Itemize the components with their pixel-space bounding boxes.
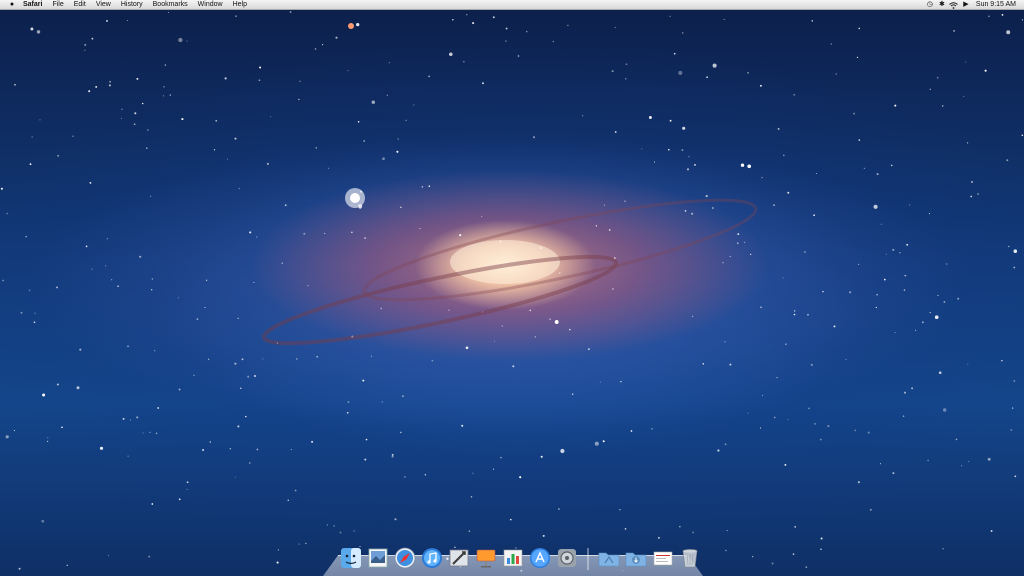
dock	[323, 541, 703, 576]
system-preferences-icon[interactable]	[555, 546, 579, 570]
preview-icon[interactable]	[366, 546, 390, 570]
menu-edit[interactable]: Edit	[69, 0, 91, 10]
menu-bookmarks[interactable]: Bookmarks	[148, 0, 193, 10]
menu-view[interactable]: View	[91, 0, 116, 10]
galaxy-starfield	[0, 11, 1024, 572]
trash-icon[interactable]	[678, 546, 702, 570]
wifi-icon[interactable]	[948, 0, 960, 10]
menu-help[interactable]: Help	[228, 0, 252, 10]
time-machine-icon[interactable]: ◷	[924, 0, 936, 10]
apple-logo-icon[interactable]: ●	[6, 0, 18, 10]
safari-icon[interactable]	[393, 546, 417, 570]
menu-bar: ● Safari File Edit View History Bookmark…	[0, 0, 1024, 10]
documents-stack-icon[interactable]	[651, 546, 675, 570]
status-area: ◷ ✱ ▶ Sun 9:15 AM	[924, 0, 1024, 10]
downloads-folder-icon[interactable]	[624, 546, 648, 570]
mail-stamp-icon[interactable]	[447, 546, 471, 570]
dock-icons	[339, 544, 702, 570]
app-store-icon[interactable]	[528, 546, 552, 570]
volume-icon[interactable]: ▶	[960, 0, 972, 10]
menu-file[interactable]: File	[47, 0, 68, 10]
menu-history[interactable]: History	[116, 0, 148, 10]
finder-icon[interactable]	[339, 546, 363, 570]
menu-app-name[interactable]: Safari	[18, 0, 47, 10]
graphing-icon[interactable]	[501, 546, 525, 570]
menu-clock[interactable]: Sun 9:15 AM	[972, 0, 1024, 10]
dock-separator	[587, 548, 589, 570]
itunes-icon[interactable]	[420, 546, 444, 570]
desktop-wallpaper	[0, 0, 1024, 576]
bluetooth-icon[interactable]: ✱	[936, 0, 948, 10]
menu-window[interactable]: Window	[193, 0, 228, 10]
applications-folder-icon[interactable]	[597, 546, 621, 570]
keynote-icon[interactable]	[474, 546, 498, 570]
